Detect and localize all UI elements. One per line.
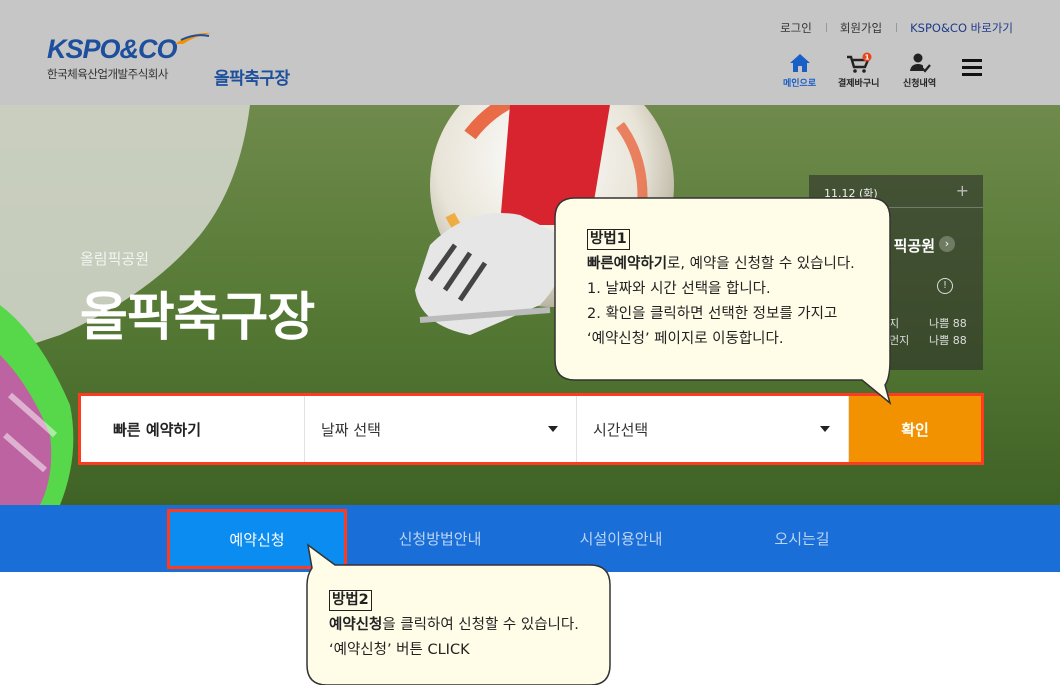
logo-company-name: 한국체육산업개발주식회사 bbox=[47, 67, 168, 81]
callout-method2-line1: 예약신청을 클릭하여 신청할 수 있습니다. bbox=[329, 617, 579, 633]
site-title[interactable]: 올팍축구장 bbox=[214, 64, 290, 89]
cart-badge: 1 bbox=[864, 54, 869, 62]
air-quality-value: 나쁨 88 bbox=[929, 317, 967, 330]
apply-history-label: 신청내역 bbox=[903, 79, 937, 89]
caret-down-icon bbox=[820, 426, 830, 432]
user-check-icon bbox=[909, 53, 931, 73]
home-icon bbox=[789, 54, 810, 72]
notice-date: 11.12 (화) bbox=[824, 187, 878, 200]
time-select[interactable]: 시간선택 bbox=[577, 396, 849, 462]
nav-directions[interactable]: 오시는길 bbox=[712, 505, 892, 572]
callout-method1-line4: ‘예약신청’ 페이지로 이동합니다. bbox=[587, 331, 784, 347]
cart-icon: 1 bbox=[846, 52, 872, 73]
hero-title: 올팍축구장 bbox=[80, 288, 315, 348]
callout-method2-heading: 방법2 bbox=[329, 590, 372, 611]
date-select-value: 날짜 선택 bbox=[321, 420, 381, 439]
chevron-right-icon[interactable]: › bbox=[939, 236, 955, 252]
callout-method2-line2: ‘예약신청’ 버튼 CLICK bbox=[329, 642, 470, 658]
quick-booking-label: 빠른 예약하기 bbox=[81, 396, 305, 462]
time-select-value: 시간선택 bbox=[593, 420, 649, 439]
login-link[interactable]: 로그인 bbox=[766, 20, 826, 36]
home-button[interactable]: 메인으로 bbox=[783, 52, 816, 89]
cart-button[interactable]: 1 결제바구니 bbox=[838, 52, 879, 89]
info-icon[interactable]: ! bbox=[937, 278, 953, 294]
kspo-shortcut-link[interactable]: KSPO&CO 바로가기 bbox=[896, 20, 1013, 36]
logo-swoosh-icon bbox=[175, 32, 211, 44]
callout-method1-heading: 방법1 bbox=[587, 229, 630, 250]
nav-reservation-apply[interactable]: 예약신청 bbox=[167, 509, 347, 569]
date-select[interactable]: 날짜 선택 bbox=[305, 396, 577, 462]
top-links: 로그인 회원가입 KSPO&CO 바로가기 bbox=[766, 20, 1013, 36]
fine-dust-label: 먼지 bbox=[889, 334, 910, 347]
air-quality-label: 지 bbox=[889, 317, 900, 330]
notice-divider bbox=[809, 207, 983, 208]
site-header: KSPO&CO 한국체육산업개발주식회사 올팍축구장 로그인 회원가입 KSPO… bbox=[0, 0, 1060, 105]
callout-method1-line1: 빠른예약하기로, 예약을 신청할 수 있습니다. bbox=[587, 256, 855, 272]
callout-method1-line3: 2. 확인을 클릭하면 선택한 정보를 가지고 bbox=[587, 306, 838, 322]
callout-method2: 방법2 예약신청을 클릭하여 신청할 수 있습니다. ‘예약신청’ 버튼 CLI… bbox=[329, 588, 579, 663]
home-label: 메인으로 bbox=[783, 79, 817, 89]
nav-how-to-apply[interactable]: 신청방법안내 bbox=[350, 505, 530, 572]
confirm-button[interactable]: 확인 bbox=[849, 396, 981, 462]
logo-wordmark: KSPO&CO bbox=[47, 34, 178, 64]
fine-dust-value: 나쁨 88 bbox=[929, 334, 967, 347]
signup-link[interactable]: 회원가입 bbox=[825, 20, 896, 36]
quick-booking-bar: 빠른 예약하기 날짜 선택 시간선택 확인 bbox=[78, 393, 984, 465]
caret-down-icon bbox=[548, 426, 558, 432]
nav-facility-guide[interactable]: 시설이용안내 bbox=[531, 505, 711, 572]
callout-method1-line2: 1. 날짜와 시간 선택을 합니다. bbox=[587, 281, 771, 297]
hero-subtitle: 올림픽공원 bbox=[80, 250, 150, 268]
cart-label: 결제바구니 bbox=[838, 79, 880, 89]
apply-history-button[interactable]: 신청내역 bbox=[903, 52, 936, 89]
kspo-logo[interactable]: KSPO&CO 한국체육산업개발주식회사 bbox=[47, 32, 211, 82]
menu-icon[interactable] bbox=[962, 59, 982, 76]
main-nav: 예약신청 신청방법안내 시설이용안내 오시는길 bbox=[0, 505, 1060, 572]
plus-icon[interactable]: + bbox=[956, 181, 969, 200]
callout-method1: 방법1 빠른예약하기로, 예약을 신청할 수 있습니다. 1. 날짜와 시간 선… bbox=[587, 227, 855, 352]
